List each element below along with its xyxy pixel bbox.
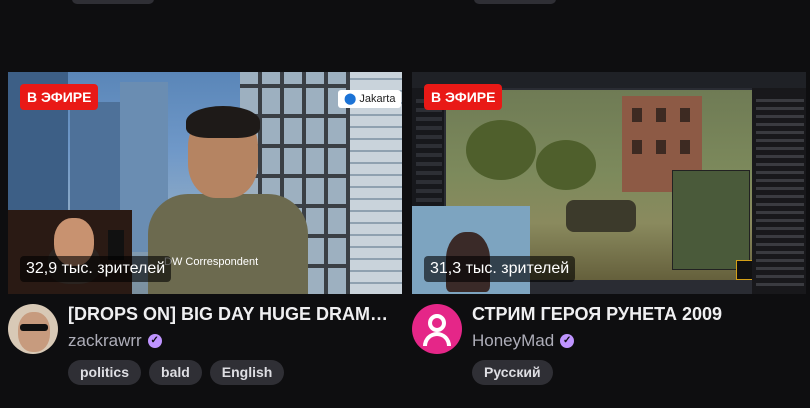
stream-thumbnail[interactable]: ⬤ Jakarta DW Correspondent В ЭФИРЕ 32,9 … (8, 72, 402, 294)
live-badge: В ЭФИРЕ (424, 84, 503, 110)
verified-icon: ✓ (147, 334, 162, 348)
video-caption: DW Correspondent (164, 256, 259, 268)
tag-bald[interactable]: bald (149, 360, 202, 385)
tag-list: Русский (472, 360, 553, 385)
location-tag: ⬤ Jakarta (338, 90, 402, 108)
previous-card-tag (474, 0, 556, 4)
stream-thumbnail[interactable]: В ЭФИРЕ 31,3 тыс. зрителей (412, 72, 806, 294)
previous-card-tag (72, 0, 154, 4)
channel-avatar[interactable] (8, 304, 58, 354)
tag-english[interactable]: English (209, 360, 285, 385)
stream-title[interactable]: [DROPS ON] BIG DAY HUGE DRAMA ... (68, 304, 398, 325)
channel-name-row[interactable]: HoneyMad ✓ (472, 331, 575, 351)
channel-name-row[interactable]: zackrawrr ✓ (68, 331, 162, 351)
minimap (672, 170, 750, 270)
stream-title[interactable]: СТРИМ ГЕРОЯ РУНЕТА 2009 (472, 304, 802, 325)
tank-figure (566, 200, 636, 232)
channel-name[interactable]: zackrawrr (68, 331, 142, 351)
channel-avatar[interactable] (412, 304, 462, 354)
user-icon (428, 314, 446, 332)
viewer-count: 32,9 тыс. зрителей (20, 256, 172, 282)
stream-card[interactable]: В ЭФИРЕ 31,3 тыс. зрителей СТРИМ ГЕРОЯ Р… (412, 72, 806, 404)
tag-politics[interactable]: politics (68, 360, 142, 385)
live-badge: В ЭФИРЕ (20, 84, 99, 110)
verified-icon: ✓ (560, 334, 575, 348)
tag-list: politics bald English (68, 360, 285, 385)
pin-icon: ⬤ (344, 93, 357, 105)
channel-name[interactable]: HoneyMad (472, 331, 554, 351)
viewer-count: 31,3 тыс. зрителей (424, 256, 576, 282)
stream-card[interactable]: ⬤ Jakarta DW Correspondent В ЭФИРЕ 32,9 … (8, 72, 402, 404)
tag-russian[interactable]: Русский (472, 360, 553, 385)
